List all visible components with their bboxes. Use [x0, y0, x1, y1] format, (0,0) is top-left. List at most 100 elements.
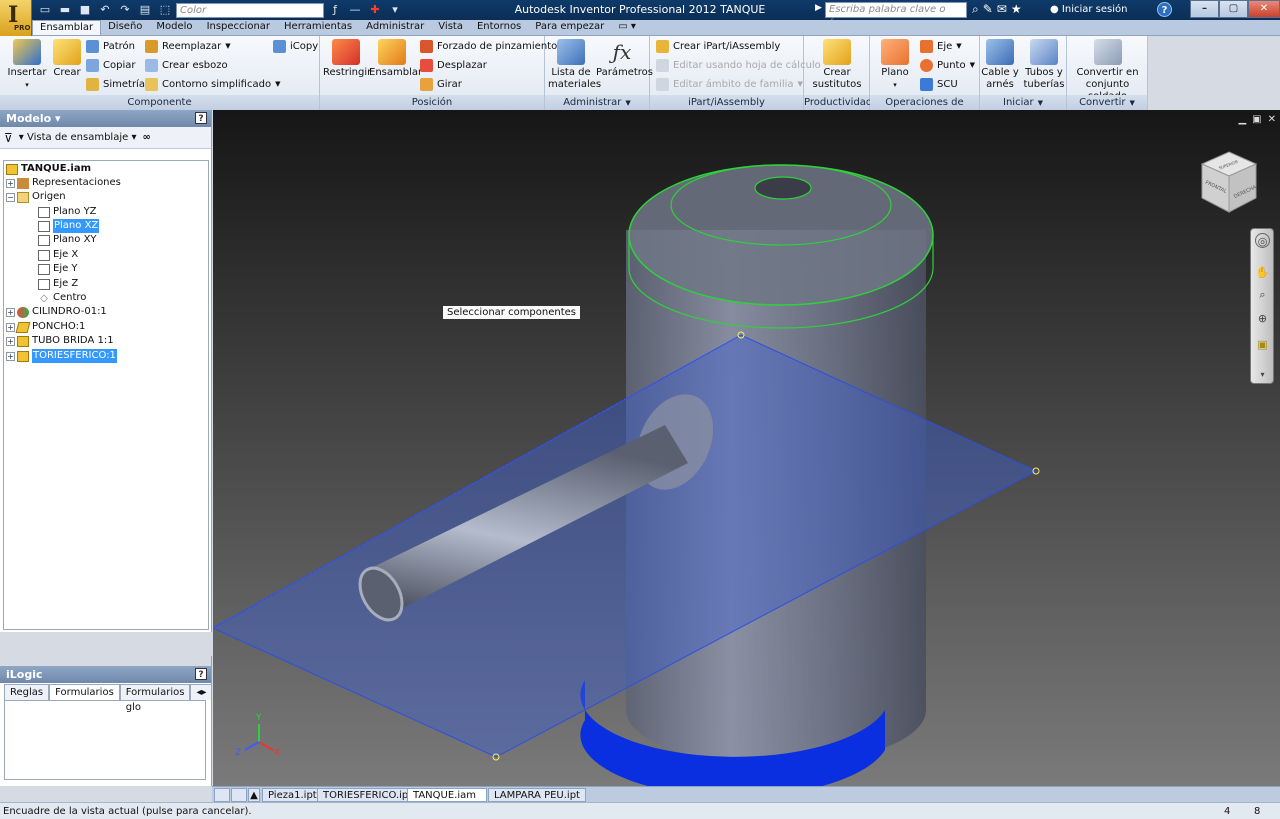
insertar-button[interactable]: Insertar ▾	[6, 39, 48, 91]
help-icon[interactable]: ?	[1157, 2, 1172, 17]
tree-node-eje-z[interactable]: Eje Z	[38, 277, 78, 291]
editar-ambito-button[interactable]: Editar ámbito de familia ▼	[656, 76, 803, 93]
undo-icon[interactable]: ↶	[96, 2, 114, 18]
zoom-icon[interactable]: ⌕	[1255, 287, 1270, 302]
viewcube[interactable]: SUPERIOR FRONTAL DERECHA	[1198, 150, 1260, 216]
patron-button[interactable]: Patrón	[86, 38, 135, 55]
expand-icon[interactable]: +	[6, 307, 15, 317]
search-input[interactable]: Escriba palabra clave o frase	[825, 2, 967, 29]
tab-formularios-globales[interactable]: Formularios glo	[119, 684, 191, 713]
restore-button[interactable]: ▢	[1219, 0, 1248, 18]
lista-materiales-button[interactable]: Lista de materiales	[548, 39, 601, 91]
color-combo[interactable]: Color	[176, 2, 324, 18]
eje-button[interactable]: Eje ▼	[920, 38, 962, 55]
crear-esbozo-button[interactable]: Crear esbozo	[145, 57, 228, 74]
tab-modelo[interactable]: Modelo	[149, 20, 199, 35]
cascade-windows-icon[interactable]	[231, 788, 247, 802]
forzado-button[interactable]: Forzado de pinzamiento	[420, 38, 557, 55]
tab-pieza1[interactable]: Pieza1.ipt	[262, 788, 323, 802]
cable-arnes-button[interactable]: Cable y arnés	[981, 39, 1019, 91]
contorno-simplificado-button[interactable]: Contorno simplificado ▼	[145, 76, 280, 93]
tree-node-plano-xz[interactable]: Plano XZ	[38, 219, 100, 233]
expand-icon[interactable]: +	[6, 178, 15, 188]
restringir-button[interactable]: Restringir	[323, 39, 371, 79]
copiar-button[interactable]: Copiar	[86, 57, 135, 74]
redo-icon[interactable]: ↷	[116, 2, 134, 18]
convertir-soldado-button[interactable]: Convertir en conjunto soldado	[1067, 39, 1148, 103]
steering-wheel-icon[interactable]: ◎	[1255, 233, 1270, 248]
panel-title-iniciar[interactable]: Iniciar ▼	[980, 95, 1066, 110]
formula-icon[interactable]: ƒ	[326, 2, 344, 18]
tab-formularios[interactable]: Formularios	[49, 684, 120, 700]
panel-splitter[interactable]	[0, 656, 211, 666]
close-button[interactable]: ✕	[1248, 0, 1280, 18]
simetria-button[interactable]: Simetría	[86, 76, 145, 93]
tree-node-centro[interactable]: ◇ Centro	[38, 291, 86, 305]
star-icon[interactable]: ★	[1011, 2, 1022, 17]
graphics-viewport[interactable]: Y X Z Seleccionar componentes ▁ ▣ ✕ SUPE…	[213, 110, 1280, 786]
tree-node-tubo-brida[interactable]: + TUBO BRIDA 1:1	[6, 334, 114, 348]
wrench-icon[interactable]: ✎	[983, 2, 993, 17]
icopy-button[interactable]: iCopy	[273, 38, 318, 55]
browser-help-icon[interactable]: ?	[195, 112, 207, 124]
tab-inspeccionar[interactable]: Inspeccionar	[200, 20, 277, 35]
tubos-tuberias-button[interactable]: Tubos y tuberías	[1023, 39, 1065, 91]
pan-hand-icon[interactable]: ✋	[1255, 265, 1270, 280]
minimize-button[interactable]: –	[1190, 0, 1219, 18]
tree-node-representaciones[interactable]: + Representaciones	[6, 176, 121, 190]
select-icon[interactable]: ⬚	[156, 2, 174, 18]
comm-center-icon[interactable]: ✉	[997, 2, 1007, 17]
tree-node-poncho[interactable]: + PONCHO:1	[6, 320, 85, 334]
punto-button[interactable]: Punto ▼	[920, 57, 975, 74]
chevron-down-icon[interactable]: ▾	[1255, 367, 1270, 382]
ilogic-help-icon[interactable]: ?	[195, 668, 207, 680]
reemplazar-button[interactable]: Reemplazar ▼	[145, 38, 231, 55]
filter-icon[interactable]: ⊽	[4, 131, 13, 145]
new-file-icon[interactable]: ▭	[36, 2, 54, 18]
plano-button[interactable]: Plano ▾	[876, 39, 914, 91]
tab-toriesferico[interactable]: TORIESFERICO.ipt	[317, 788, 419, 802]
tree-node-origen[interactable]: − Origen	[6, 190, 66, 204]
tab-diseno[interactable]: Diseño	[101, 20, 149, 35]
ilogic-title-bar[interactable]: iLogic ?	[0, 666, 211, 683]
tile-windows-icon[interactable]	[214, 788, 230, 802]
binoculars-icon[interactable]: ∞	[142, 132, 150, 143]
crear-button[interactable]: Crear	[50, 39, 84, 79]
viewport-close-icon[interactable]: ✕	[1268, 114, 1276, 125]
ensamblar-button[interactable]: Ensamblar	[369, 39, 422, 79]
desplazar-button[interactable]: Desplazar	[420, 57, 487, 74]
expand-icon[interactable]: +	[6, 322, 15, 332]
tree-node-eje-x[interactable]: Eje X	[38, 248, 78, 262]
browser-title-bar[interactable]: Modelo ▾ ?	[0, 110, 211, 127]
tree-node-plano-yz[interactable]: Plano YZ	[38, 205, 97, 219]
search-expand-icon[interactable]: ▶	[815, 3, 822, 13]
save-icon[interactable]: ■	[76, 2, 94, 18]
viewport-restore-icon[interactable]: ▣	[1252, 114, 1261, 125]
tab-ensamblar[interactable]: Ensamblar	[32, 20, 102, 35]
tree-node-cilindro[interactable]: + CILINDRO-01:1	[6, 305, 107, 319]
tab-para-empezar[interactable]: Para empezar	[528, 20, 611, 35]
view-selector[interactable]: ▾ Vista de ensamblaje ▾	[19, 132, 137, 143]
parametros-button[interactable]: ƒx Parámetros	[596, 39, 653, 79]
expand-icon[interactable]: +	[6, 336, 15, 346]
tab-scroll-arrows[interactable]: ◂▸	[190, 684, 213, 700]
add-icon[interactable]: ✚	[366, 2, 384, 18]
top-nozzle[interactable]	[754, 176, 812, 200]
open-folder-icon[interactable]: ▬	[56, 2, 74, 18]
tree-node-toriesferico[interactable]: + TORIESFERICO:1	[6, 349, 117, 363]
collapse-icon[interactable]: −	[6, 192, 15, 202]
binoculars-icon[interactable]: ⌕	[972, 2, 979, 17]
qat-dropdown-icon[interactable]: ▾	[386, 2, 404, 18]
viewport-minimize-icon[interactable]: ▁	[1238, 114, 1246, 125]
tree-node-root[interactable]: TANQUE.iam	[6, 162, 91, 176]
tab-menu-icon[interactable]: ▲	[248, 788, 260, 802]
panel-title-administrar[interactable]: Administrar ▼	[545, 95, 649, 110]
tab-administrar[interactable]: Administrar	[359, 20, 431, 35]
tree-node-eje-y[interactable]: Eje Y	[38, 262, 78, 276]
ribbon-options-icon[interactable]: ▭ ▾	[611, 20, 643, 35]
line-style-icon[interactable]: —	[346, 2, 364, 18]
expand-icon[interactable]: +	[6, 351, 15, 361]
scu-button[interactable]: SCU	[920, 76, 958, 93]
tab-reglas[interactable]: Reglas	[4, 684, 50, 700]
tab-lampara[interactable]: LAMPARA PEU.ipt	[488, 788, 586, 802]
